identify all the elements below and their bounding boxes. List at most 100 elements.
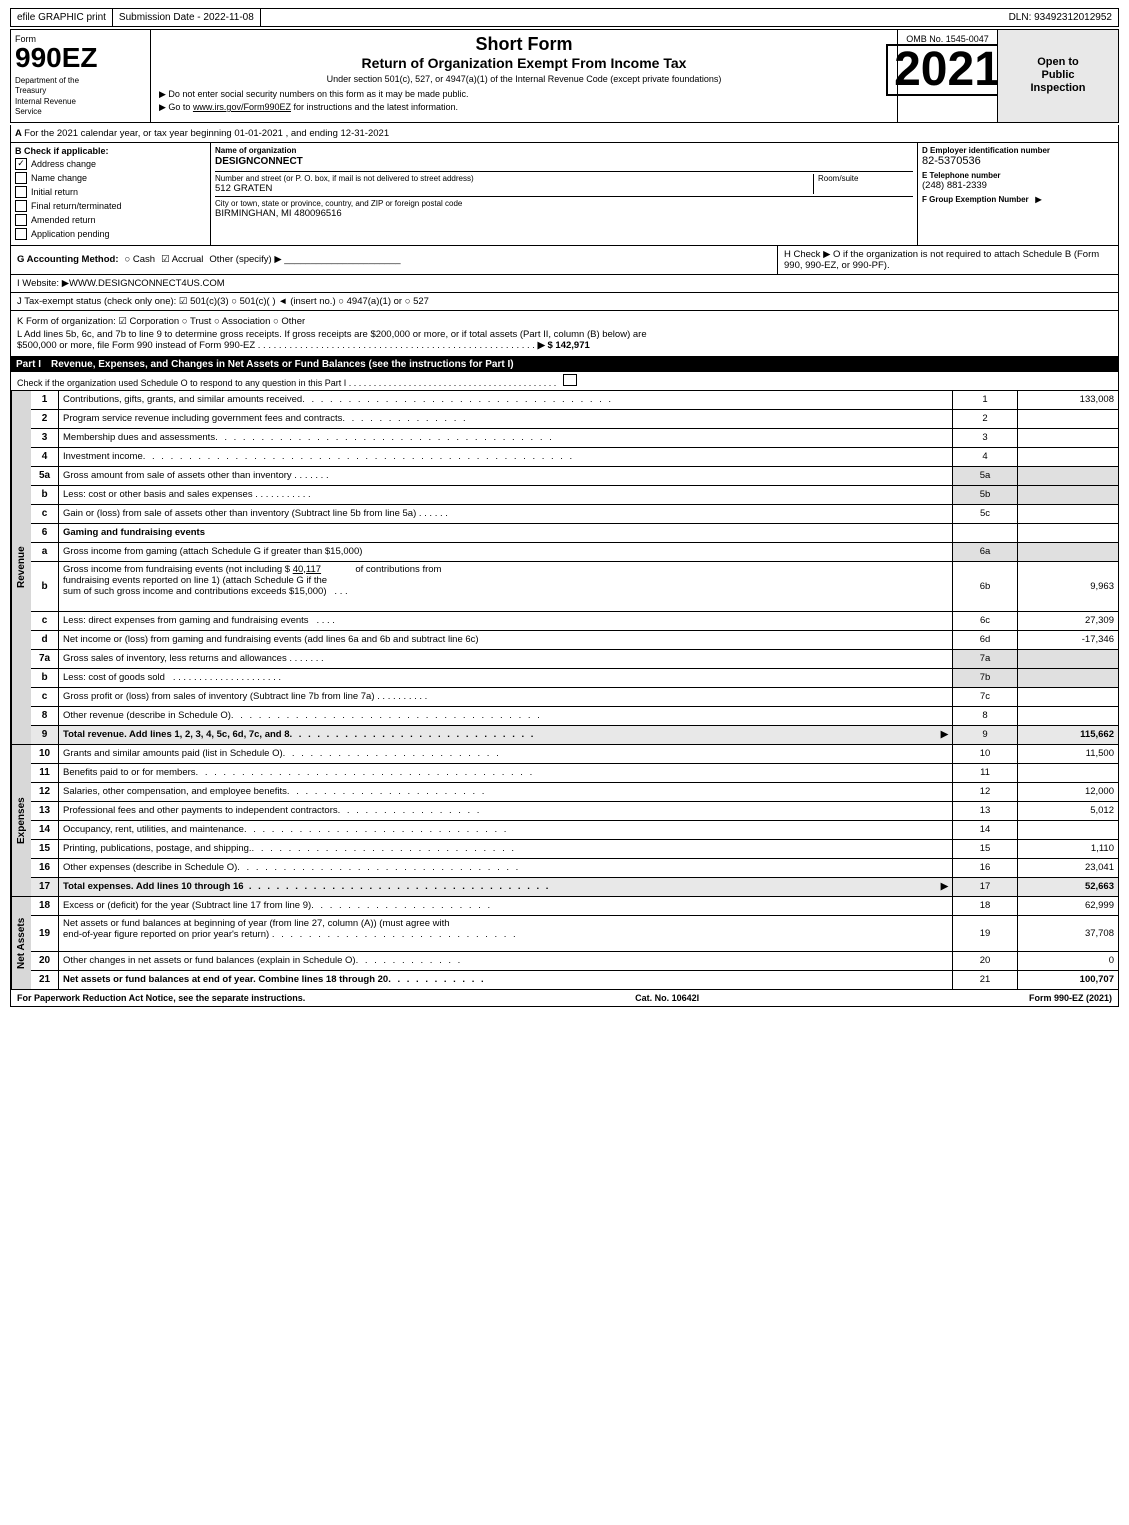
phone-label: E Telephone number	[922, 171, 1114, 180]
line-desc-6a: Gross income from gaming (attach Schedul…	[59, 543, 953, 561]
line-ref-5b: 5b	[953, 486, 1018, 504]
line-amount-7c	[1018, 688, 1118, 706]
address-change-label: Address change	[31, 159, 96, 169]
line-ref-7a: 7a	[953, 650, 1018, 668]
address-value: 512 GRATEN	[215, 183, 809, 194]
checkbox-application-pending-box[interactable]	[15, 228, 27, 240]
section-a-text: For the 2021 calendar year, or tax year …	[24, 128, 389, 139]
g-label: G Accounting Method:	[17, 254, 119, 265]
accrual-label: ☑ Accrual	[161, 254, 203, 265]
line-ref-16: 16	[953, 859, 1018, 877]
line-num-1: 1	[31, 391, 59, 409]
line-num-5b: b	[31, 486, 59, 504]
part1-header: Part I Revenue, Expenses, and Changes in…	[10, 357, 1119, 372]
cat-label: Cat. No. 10642I	[635, 993, 699, 1003]
open-inspect-title: Open toPublicInspection	[1030, 56, 1085, 96]
checkbox-address-change[interactable]: Address change	[15, 158, 206, 170]
line-desc-14: Occupancy, rent, utilities, and maintena…	[59, 821, 953, 839]
open-inspect-block: Open toPublicInspection	[998, 30, 1118, 122]
expense-line-12: 12 Salaries, other compensation, and emp…	[31, 783, 1118, 802]
room-label: Room/suite	[818, 174, 913, 183]
line-desc-11: Benefits paid to or for members . . . . …	[59, 764, 953, 782]
line-amount-12: 12,000	[1018, 783, 1118, 801]
ein-value: 82-5370536	[922, 155, 1114, 167]
return-title: Return of Organization Exempt From Incom…	[159, 55, 889, 71]
line-ref-6	[953, 524, 1018, 542]
checkbox-final-return[interactable]: Final return/terminated	[15, 200, 206, 212]
year-block: OMB No. 1545-0047 2021	[898, 30, 998, 122]
revenue-vert-label: Revenue	[11, 391, 31, 744]
line-desc-3: Membership dues and assessments . . . . …	[59, 429, 953, 447]
line-amount-11	[1018, 764, 1118, 782]
checkbox-initial-return[interactable]: Initial return	[15, 186, 206, 198]
revenue-line-5a: 5a Gross amount from sale of assets othe…	[31, 467, 1118, 486]
address-label: Number and street (or P. O. box, if mail…	[215, 174, 809, 183]
main-header: Form 990EZ Department of the Treasury In…	[10, 29, 1119, 123]
center-block: Short Form Return of Organization Exempt…	[151, 30, 898, 122]
net-line-21: 21 Net assets or fund balances at end of…	[31, 971, 1118, 989]
checkbox-application-pending[interactable]: Application pending	[15, 228, 206, 240]
line-ref-9: 9	[953, 726, 1018, 744]
tax-row: J Tax-exempt status (check only one): ☑ …	[10, 293, 1119, 311]
expenses-section: Expenses 10 Grants and similar amounts p…	[10, 745, 1119, 897]
revenue-line-7c: c Gross profit or (loss) from sales of i…	[31, 688, 1118, 707]
net-line-18: 18 Excess or (deficit) for the year (Sub…	[31, 897, 1118, 916]
line-desc-16: Other expenses (describe in Schedule O) …	[59, 859, 953, 877]
line-ref-5a: 5a	[953, 467, 1018, 485]
line-amount-6a	[1018, 543, 1118, 561]
line-desc-12: Salaries, other compensation, and employ…	[59, 783, 953, 801]
checkbox-amended-return[interactable]: Amended return	[15, 214, 206, 226]
checkbox-amended-return-box[interactable]	[15, 214, 27, 226]
line-amount-6b: 9,963	[1018, 562, 1118, 611]
form-number-block: Form 990EZ Department of the Treasury In…	[11, 30, 151, 122]
checkbox-name-change-box[interactable]	[15, 172, 27, 184]
line-desc-20: Other changes in net assets or fund bala…	[59, 952, 953, 970]
line-ref-11: 11	[953, 764, 1018, 782]
expenses-content: 10 Grants and similar amounts paid (list…	[31, 745, 1118, 896]
checkbox-address-change-box[interactable]	[15, 158, 27, 170]
line-num-16: 16	[31, 859, 59, 877]
org-name: DESIGNCONNECT	[215, 156, 913, 167]
line-num-11: 11	[31, 764, 59, 782]
line-desc-13: Professional fees and other payments to …	[59, 802, 953, 820]
other-label: Other (specify) ▶ ______________________	[209, 254, 400, 265]
net-line-20: 20 Other changes in net assets or fund b…	[31, 952, 1118, 971]
f-label: F Group Exemption Number ▶	[922, 195, 1114, 204]
line-amount-7a	[1018, 650, 1118, 668]
line-desc-17: Total expenses. Add lines 10 through 16 …	[59, 878, 953, 896]
line-amount-4	[1018, 448, 1118, 466]
line-amount-3	[1018, 429, 1118, 447]
line-desc-18: Excess or (deficit) for the year (Subtra…	[59, 897, 953, 915]
checkbox-initial-return-box[interactable]	[15, 186, 27, 198]
line-desc-19: Net assets or fund balances at beginning…	[59, 916, 953, 951]
line-num-18: 18	[31, 897, 59, 915]
line-desc-5a: Gross amount from sale of assets other t…	[59, 467, 953, 485]
page: efile GRAPHIC print Submission Date - 20…	[0, 0, 1129, 1015]
line-num-12: 12	[31, 783, 59, 801]
expense-line-14: 14 Occupancy, rent, utilities, and maint…	[31, 821, 1118, 840]
year-2021: 2021	[886, 44, 1009, 96]
h-section: H Check ▶ O if the organization is not r…	[778, 246, 1118, 274]
city-label: City or town, state or province, country…	[215, 199, 913, 208]
line-num-17: 17	[31, 878, 59, 896]
line-amount-18: 62,999	[1018, 897, 1118, 915]
checkbox-final-return-box[interactable]	[15, 200, 27, 212]
line-amount-5b	[1018, 486, 1118, 504]
revenue-line-1: 1 Contributions, gifts, grants, and simi…	[31, 391, 1118, 410]
revenue-line-6b: b Gross income from fundraising events (…	[31, 562, 1118, 612]
line-num-20: 20	[31, 952, 59, 970]
line-ref-20: 20	[953, 952, 1018, 970]
part1-label: Part I	[16, 359, 41, 370]
line-num-6b: b	[31, 562, 59, 611]
line-num-8: 8	[31, 707, 59, 725]
expense-line-17: 17 Total expenses. Add lines 10 through …	[31, 878, 1118, 896]
d-section: D Employer identification number 82-5370…	[918, 143, 1118, 245]
line-ref-17: 17	[953, 878, 1018, 896]
subtitle: Under section 501(c), 527, or 4947(a)(1)…	[159, 74, 889, 84]
expenses-vert-label: Expenses	[11, 745, 31, 896]
submission-date: Submission Date - 2022-11-08	[113, 9, 261, 26]
line-desc-5c: Gain or (loss) from sale of assets other…	[59, 505, 953, 523]
application-pending-label: Application pending	[31, 229, 110, 239]
line-ref-2: 2	[953, 410, 1018, 428]
checkbox-name-change[interactable]: Name change	[15, 172, 206, 184]
